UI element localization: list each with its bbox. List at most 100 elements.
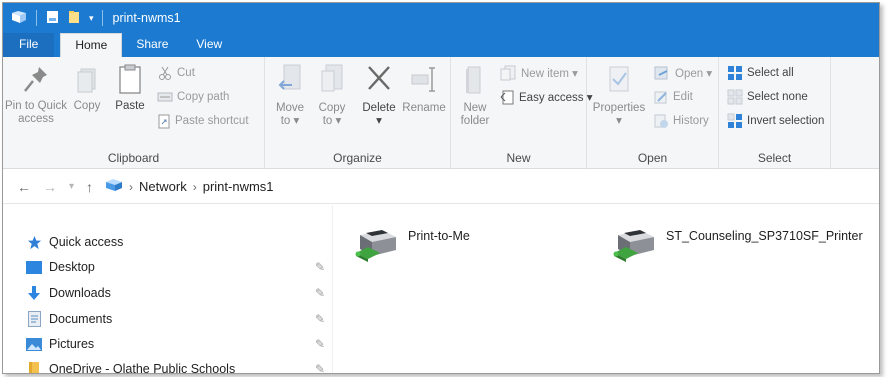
- paste-icon: [119, 64, 141, 94]
- pin-icon[interactable]: ✎: [315, 260, 325, 274]
- pin-icon[interactable]: ✎: [315, 337, 325, 351]
- edit-button[interactable]: Edit: [653, 87, 693, 107]
- explorer-app-icon[interactable]: [11, 10, 27, 27]
- group-open: Properties ▾ Open ▾ Edit History Open: [587, 57, 719, 169]
- cut-button[interactable]: Cut: [157, 63, 195, 83]
- select-none-label: Select none: [747, 91, 808, 103]
- customize-qat-chevron-icon[interactable]: ▾: [89, 13, 94, 24]
- copy-path-label: Copy path: [177, 91, 230, 103]
- delete-x-icon: [368, 66, 390, 90]
- nav-item-onedrive[interactable]: OneDrive - Olathe Public Schools ✎: [25, 358, 325, 374]
- copy-button[interactable]: Copy: [69, 63, 105, 113]
- pin-label-line2: access: [18, 113, 54, 125]
- pin-icon[interactable]: ✎: [315, 286, 325, 300]
- tab-share[interactable]: Share: [122, 33, 182, 57]
- forward-arrow-icon[interactable]: →: [43, 179, 57, 195]
- star-icon: [25, 235, 43, 250]
- select-all-button[interactable]: Select all: [727, 63, 794, 83]
- new-folder-icon: [466, 66, 481, 94]
- copy-to-line1: Copy: [318, 102, 346, 114]
- pin-icon[interactable]: ✎: [315, 362, 325, 373]
- up-arrow-icon[interactable]: ↑: [86, 179, 93, 195]
- paste-button[interactable]: Paste: [107, 63, 153, 113]
- open-button[interactable]: Open ▾: [653, 63, 712, 83]
- desktop-icon: [25, 260, 43, 274]
- select-all-label: Select all: [747, 67, 794, 79]
- clipboard-group-label: Clipboard: [107, 151, 160, 165]
- easy-access-label: Easy access ▾: [519, 92, 593, 104]
- quick-access-toolbar: ▾: [3, 3, 94, 33]
- cut-label: Cut: [177, 67, 195, 79]
- select-none-icon: [727, 89, 743, 105]
- group-select: Select all Select none Invert selection …: [719, 57, 831, 169]
- copy-label: Copy: [73, 100, 101, 112]
- breadcrumb-separator-icon: ›: [192, 179, 197, 194]
- edit-label: Edit: [673, 91, 693, 103]
- recent-locations-chevron-icon[interactable]: ▾: [69, 181, 74, 192]
- properties-line1: Properties: [592, 102, 646, 114]
- paste-shortcut-icon: [157, 113, 171, 129]
- move-to-button[interactable]: Move to ▾: [271, 63, 309, 128]
- nav-item-documents[interactable]: Documents ✎: [25, 308, 325, 330]
- pin-icon[interactable]: ✎: [315, 312, 325, 326]
- group-organize: Move to ▾ Copy to ▾ Delete ▾ Rename Orga…: [265, 57, 451, 169]
- nav-quick-access[interactable]: Quick access: [25, 231, 325, 253]
- address-bar: ← → ▾ ↑ › Network › print-nwms1: [3, 170, 879, 204]
- select-all-icon: [727, 65, 743, 81]
- rename-label: Rename: [402, 102, 446, 114]
- tab-view[interactable]: View: [182, 33, 236, 57]
- new-folder-button[interactable]: New folder: [455, 63, 495, 128]
- new-item-label: New item ▾: [521, 68, 578, 80]
- copy-path-button[interactable]: Copy path: [157, 87, 229, 107]
- download-arrow-icon: [25, 285, 43, 301]
- nav-item-desktop-label: Desktop: [49, 260, 95, 274]
- breadcrumb-print-nwms1[interactable]: print-nwms1: [203, 179, 274, 194]
- history-button[interactable]: History: [653, 111, 709, 131]
- delete-button[interactable]: Delete ▾: [359, 63, 399, 128]
- title-separator: [101, 10, 103, 26]
- content-pane: Print-to-Me ST_Counseling_SP3710SF_Print…: [334, 205, 879, 373]
- nav-item-downloads[interactable]: Downloads ✎: [25, 282, 325, 304]
- new-item-icon: [499, 65, 517, 81]
- copy-to-line2: to ▾: [322, 115, 342, 127]
- paste-shortcut-button[interactable]: Paste shortcut: [157, 111, 249, 131]
- qat-separator: [36, 10, 37, 26]
- delete-line2: ▾: [376, 115, 382, 127]
- paste-label: Paste: [115, 100, 145, 112]
- organize-group-label: Organize: [333, 151, 382, 165]
- rename-button[interactable]: Rename: [401, 63, 447, 115]
- nav-item-pictures-label: Pictures: [49, 337, 95, 351]
- nav-item-onedrive-label: OneDrive - Olathe Public Schools: [49, 362, 236, 374]
- nav-item-pictures[interactable]: Pictures ✎: [25, 333, 325, 355]
- pin-to-quick-access-button[interactable]: Pin to Quick access: [5, 63, 67, 126]
- new-folder-qat-icon[interactable]: [68, 10, 80, 27]
- tab-file[interactable]: File: [3, 33, 55, 57]
- properties-button[interactable]: Properties ▾: [591, 63, 647, 128]
- printer-name: ST_Counseling_SP3710SF_Printer: [666, 229, 863, 243]
- nav-item-desktop[interactable]: Desktop ✎: [25, 256, 325, 278]
- pin-icon: [24, 67, 47, 92]
- network-location-icon[interactable]: [105, 178, 123, 195]
- onedrive-folder-icon: [25, 361, 43, 373]
- pictures-icon: [25, 337, 43, 351]
- printer-item-print-to-me[interactable]: Print-to-Me: [354, 223, 470, 266]
- properties-qat-icon[interactable]: [46, 10, 59, 27]
- move-to-icon: [278, 64, 301, 90]
- copy-to-icon: [321, 64, 343, 92]
- paste-shortcut-label: Paste shortcut: [175, 115, 249, 127]
- printer-item-st-counseling[interactable]: ST_Counseling_SP3710SF_Printer: [612, 223, 863, 266]
- network-printer-icon: [354, 223, 398, 266]
- invert-selection-icon: [727, 113, 743, 129]
- easy-access-button[interactable]: Easy access ▾: [499, 87, 593, 107]
- breadcrumb-separator-icon: ›: [129, 179, 134, 194]
- select-none-button[interactable]: Select none: [727, 87, 808, 107]
- new-item-button[interactable]: New item ▾: [499, 63, 578, 83]
- select-group-label: Select: [757, 151, 792, 165]
- breadcrumb-network[interactable]: Network: [139, 179, 187, 194]
- tab-home[interactable]: Home: [60, 33, 123, 57]
- invert-selection-button[interactable]: Invert selection: [727, 111, 824, 131]
- documents-icon: [25, 311, 43, 327]
- network-printer-icon: [612, 223, 656, 266]
- back-arrow-icon[interactable]: ←: [17, 179, 31, 195]
- copy-to-button[interactable]: Copy to ▾: [313, 63, 351, 128]
